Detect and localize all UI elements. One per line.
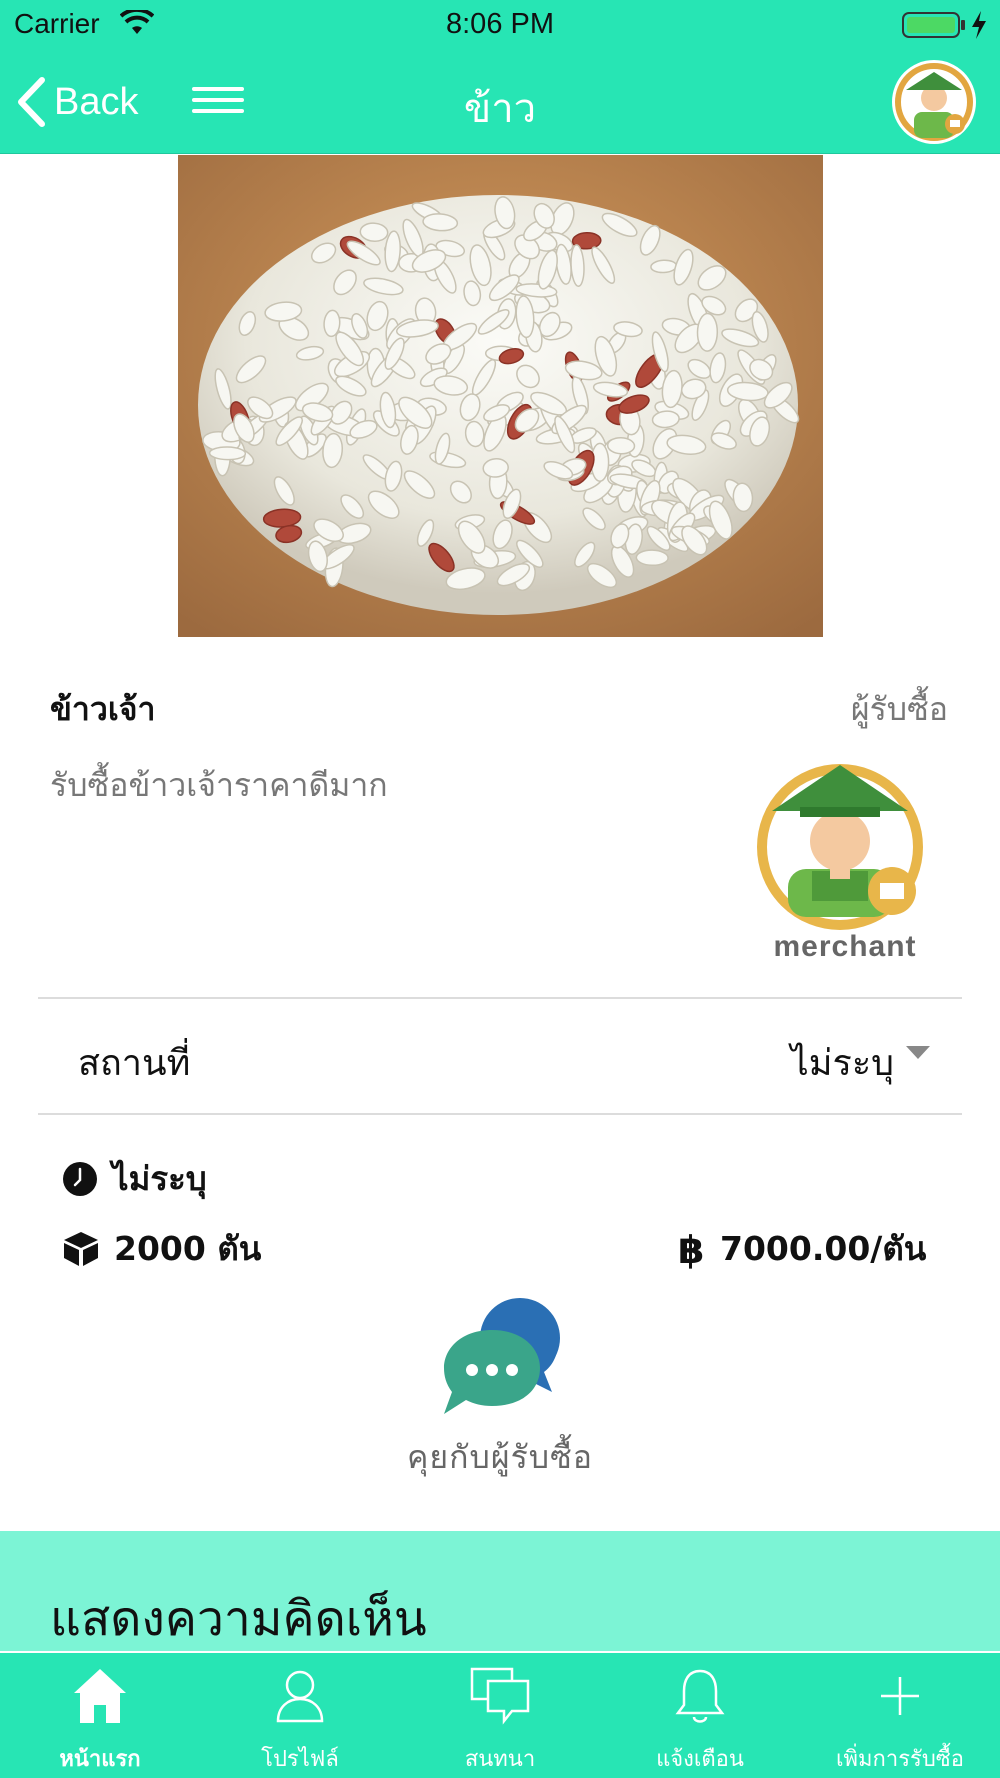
time-value: ไม่ระบุ bbox=[112, 1159, 207, 1198]
divider bbox=[38, 997, 962, 999]
chat-bubbles-icon bbox=[470, 1667, 530, 1725]
svg-text:฿: ฿ bbox=[678, 1229, 704, 1269]
tab-label: แจ้งเตือน bbox=[656, 1747, 744, 1772]
price-row: ฿ 7000.00/ตัน bbox=[676, 1222, 926, 1275]
plus-icon bbox=[881, 1677, 919, 1715]
baht-icon: ฿ bbox=[678, 1229, 704, 1269]
user-avatar[interactable] bbox=[892, 60, 976, 144]
status-time: 8:06 PM bbox=[446, 8, 554, 40]
product-description: รับซื้อข้าวเจ้าราคาดีมาก bbox=[50, 766, 388, 804]
tab-label: โปรไฟล์ bbox=[261, 1747, 339, 1772]
hamburger-menu-icon[interactable] bbox=[192, 80, 244, 124]
status-bar: Carrier 8:06 PM bbox=[0, 0, 1000, 50]
page-title: ข้าว bbox=[463, 86, 537, 132]
time-row: ไม่ระบุ bbox=[62, 1152, 207, 1205]
chat-bubbles-icon bbox=[444, 1298, 560, 1414]
home-icon bbox=[74, 1669, 126, 1723]
chat-label: คุยกับผู้รับซื้อ bbox=[406, 1438, 594, 1476]
location-label: สถานที่ bbox=[78, 1043, 191, 1084]
comment-title: แสดงความคิดเห็น bbox=[50, 1591, 427, 1647]
chevron-down-icon bbox=[906, 1046, 930, 1059]
location-dropdown[interactable]: ไม่ระบุ bbox=[791, 1034, 930, 1091]
navigation-bar: Back ข้าว bbox=[0, 50, 1000, 154]
rice-grains-image bbox=[178, 155, 823, 637]
battery-icon bbox=[902, 12, 965, 38]
charging-bolt-icon bbox=[972, 11, 986, 39]
quantity-value: 2000 ตัน bbox=[114, 1229, 262, 1268]
tab-home[interactable]: หน้าแรก bbox=[0, 1653, 200, 1778]
divider bbox=[38, 1113, 962, 1115]
tab-label: เพิ่มการรับซื้อ bbox=[836, 1747, 964, 1772]
merchant-avatar[interactable] bbox=[742, 757, 938, 933]
tab-chat[interactable]: สนทนา bbox=[400, 1653, 600, 1778]
tab-profile[interactable]: โปรไฟล์ bbox=[200, 1653, 400, 1778]
tab-label: สนทนา bbox=[464, 1747, 536, 1772]
back-button[interactable]: Back bbox=[16, 72, 138, 132]
tab-bar: หน้าแรก โปรไฟล์ สนทนา แจ้งเตือน เพิ่มการ… bbox=[0, 1653, 1000, 1778]
tab-notifications[interactable]: แจ้งเตือน bbox=[600, 1653, 800, 1778]
comment-section: แสดงความคิดเห็น bbox=[0, 1531, 1000, 1651]
product-image bbox=[178, 155, 823, 637]
profile-icon bbox=[276, 1670, 324, 1723]
role-label: ผู้รับซื้อ bbox=[850, 690, 948, 728]
clock-icon bbox=[63, 1161, 97, 1196]
chat-with-buyer-button[interactable]: คุยกับผู้รับซื้อ bbox=[380, 1290, 620, 1480]
product-name: ข้าวเจ้า bbox=[50, 690, 156, 728]
quantity-row: 2000 ตัน bbox=[62, 1222, 261, 1275]
box-icon bbox=[64, 1231, 98, 1266]
farmer-avatar-icon bbox=[895, 63, 973, 141]
back-label: Back bbox=[54, 80, 139, 123]
bell-icon bbox=[675, 1669, 725, 1723]
location-value: ไม่ระบุ bbox=[790, 1043, 894, 1084]
tab-add-purchase[interactable]: เพิ่มการรับซื้อ bbox=[800, 1653, 1000, 1778]
farmer-avatar-icon bbox=[757, 764, 923, 930]
tab-label: หน้าแรก bbox=[59, 1747, 141, 1772]
chevron-left-icon bbox=[18, 77, 45, 127]
merchant-name[interactable]: merchant bbox=[745, 930, 945, 964]
price-value: 7000.00/ตัน bbox=[720, 1229, 927, 1268]
